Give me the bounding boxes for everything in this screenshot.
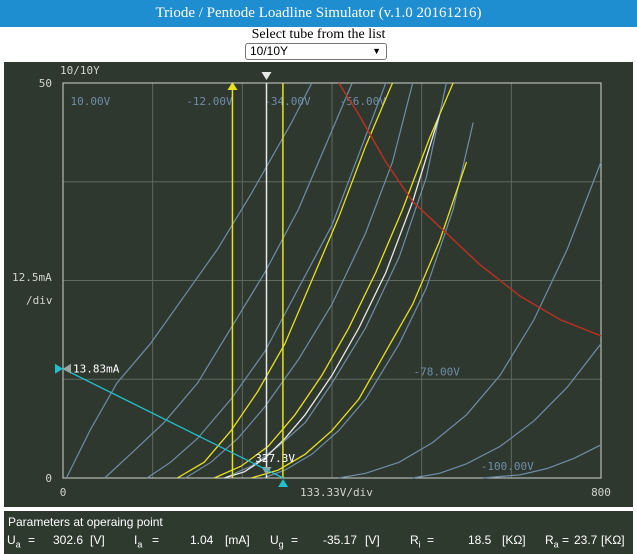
ia-value: 1.04	[190, 533, 214, 547]
ri-eq: =	[427, 533, 435, 547]
curve-label-7: -78.00V	[414, 365, 461, 378]
ia-eq: =	[152, 533, 160, 547]
ug-value: -35.17	[323, 533, 358, 547]
ua-eq: =	[28, 533, 36, 547]
ia-label: Ia	[134, 533, 143, 550]
curve-label-6: -56.00V	[340, 95, 387, 108]
y-div-label-1: 12.5mA	[12, 271, 52, 284]
ua-label: Ua	[7, 533, 21, 550]
ua-unit: [V]	[90, 533, 105, 547]
y-tick-label-min: 0	[45, 472, 52, 485]
chart-title: 10/10Y	[60, 64, 100, 77]
y-tick-label-max: 50	[39, 77, 52, 90]
ra-unit: [KΩ]	[601, 533, 625, 547]
ug-label: Ug	[270, 533, 284, 550]
x-tick-label-min: 0	[60, 486, 67, 499]
curve-label-8: -100.00V	[481, 460, 534, 473]
curve-label-5: -34.00V	[264, 95, 311, 108]
tube-select[interactable]: 10/10Y ▼	[245, 43, 387, 60]
tube-select-value: 10/10Y	[250, 44, 289, 58]
x-tick-label-max: 800	[591, 486, 611, 499]
ri-label: Ri	[410, 533, 421, 550]
parameters-panel: Parameters at operaing point Ua = 302.6 …	[4, 511, 633, 554]
x-div-label: 133.33V/div	[300, 486, 373, 499]
parameters-row: Ua = 302.6 [V] Ia = 1.04 [mA] Ug = -35.1…	[4, 533, 633, 551]
y-marker-label: 13.83mA	[73, 363, 120, 376]
chart-svg[interactable]: 10.00V -12.00V -34.00V -56.00V -78.00V -100.0…	[4, 62, 633, 507]
x-marker-label: 327.3V	[255, 452, 295, 465]
chart-background	[4, 62, 633, 507]
ra-value: 23.7	[574, 533, 598, 547]
tube-select-label: Select tube from the list	[251, 27, 386, 42]
ug-unit: [V]	[365, 533, 380, 547]
curve-label-0: 10.00V	[70, 95, 110, 108]
ri-value: 18.5	[468, 533, 492, 547]
curve-label-3: -12.00V	[186, 95, 233, 108]
parameters-title: Parameters at operaing point	[8, 515, 163, 529]
ri-unit: [KΩ]	[502, 533, 526, 547]
loadline-chart[interactable]: 10.00V -12.00V -34.00V -56.00V -78.00V -100.0…	[4, 62, 633, 507]
ra-eq: =	[562, 533, 570, 547]
app-title: Triode / Pentode Loadline Simulator (v.1…	[0, 0, 637, 27]
ua-value: 302.6	[53, 533, 84, 547]
ia-unit: [mA]	[225, 533, 250, 547]
y-div-label-2: /div	[26, 294, 53, 307]
ra-label: Ra	[545, 533, 559, 550]
ug-eq: =	[291, 533, 299, 547]
chevron-down-icon[interactable]: ▼	[372, 44, 381, 59]
